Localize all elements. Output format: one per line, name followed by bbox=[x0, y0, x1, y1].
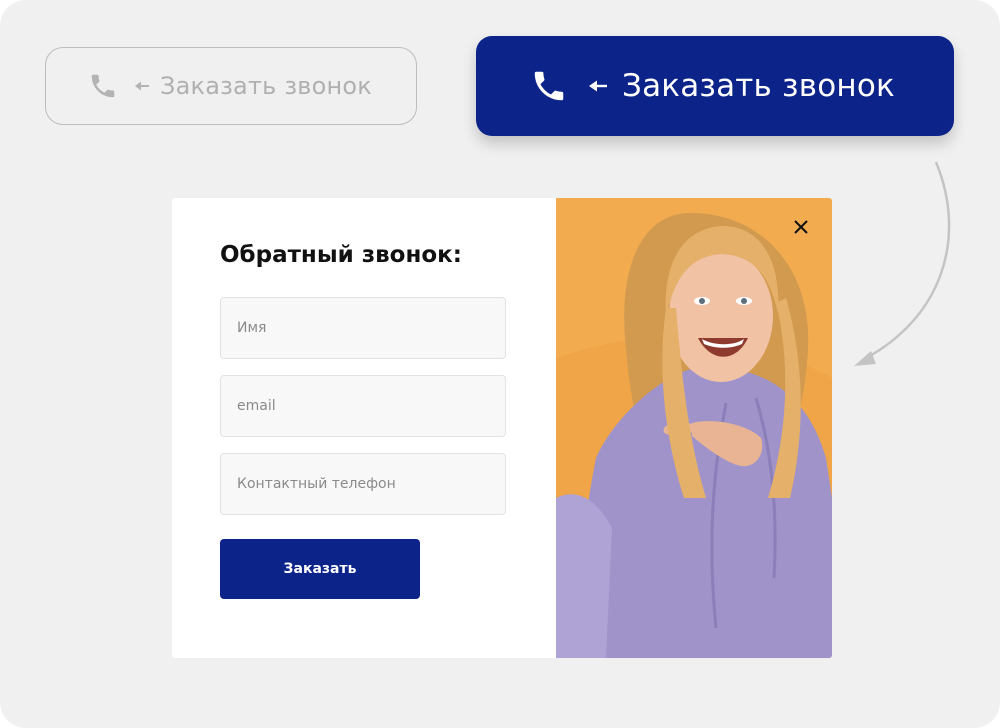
phone-icon bbox=[530, 67, 568, 105]
canvas-background: Заказать звонок Заказать звонок Обратный… bbox=[0, 0, 1000, 728]
name-field[interactable] bbox=[220, 297, 506, 359]
submit-button[interactable]: Заказать bbox=[220, 539, 420, 599]
email-field[interactable] bbox=[220, 375, 506, 437]
order-call-button-filled[interactable]: Заказать звонок bbox=[476, 36, 954, 136]
close-icon[interactable] bbox=[790, 216, 812, 238]
order-call-label: Заказать звонок bbox=[160, 72, 372, 100]
curved-arrow-icon bbox=[854, 161, 951, 366]
phone-icon bbox=[88, 71, 118, 101]
phone-field[interactable] bbox=[220, 453, 506, 515]
callback-modal: Обратный звонок: Заказать bbox=[172, 198, 832, 658]
arrow-left-icon bbox=[134, 80, 150, 92]
form-title: Обратный звонок: bbox=[220, 242, 462, 268]
order-call-label: Заказать звонок bbox=[622, 68, 895, 104]
promo-photo bbox=[556, 198, 832, 658]
order-call-button-outline[interactable]: Заказать звонок bbox=[45, 47, 417, 125]
arrow-left-icon bbox=[588, 79, 608, 93]
